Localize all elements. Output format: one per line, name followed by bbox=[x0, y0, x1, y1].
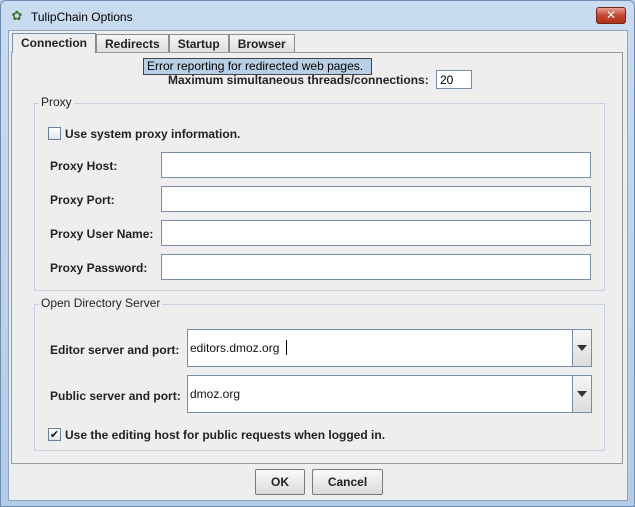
proxy-port-label: Proxy Port: bbox=[50, 193, 115, 207]
close-icon: ✕ bbox=[605, 8, 617, 22]
public-server-combobox[interactable]: dmoz.org bbox=[187, 375, 592, 413]
public-server-label: Public server and port: bbox=[50, 389, 181, 403]
cancel-button[interactable]: Cancel bbox=[312, 469, 383, 495]
open-directory-server-group: Open Directory Server Editor server and … bbox=[34, 296, 605, 451]
close-button[interactable]: ✕ bbox=[596, 7, 626, 24]
proxy-user-label: Proxy User Name: bbox=[50, 227, 154, 241]
options-window: ✿ TulipChain Options ✕ Connection Redire… bbox=[0, 0, 635, 507]
use-system-proxy-checkbox[interactable] bbox=[48, 127, 61, 140]
proxy-password-label: Proxy Password: bbox=[50, 261, 148, 275]
window-title: TulipChain Options bbox=[31, 10, 133, 24]
editor-server-dropdown-button[interactable] bbox=[572, 330, 591, 366]
tab-browser[interactable]: Browser bbox=[228, 34, 295, 53]
chevron-down-icon bbox=[577, 345, 587, 351]
tab-strip: Connection Redirects Startup Browser bbox=[12, 33, 295, 53]
editor-server-label: Editor server and port: bbox=[50, 343, 180, 357]
tab-startup[interactable]: Startup bbox=[168, 34, 229, 53]
connection-tab-panel: Error reporting for redirected web pages… bbox=[11, 52, 623, 464]
max-threads-label: Maximum simultaneous threads/connections… bbox=[168, 73, 429, 87]
proxy-user-input[interactable] bbox=[161, 220, 591, 246]
tooltip: Error reporting for redirected web pages… bbox=[143, 58, 372, 75]
use-system-proxy-label: Use system proxy information. bbox=[65, 127, 241, 141]
max-threads-input[interactable] bbox=[436, 70, 472, 89]
proxy-host-label: Proxy Host: bbox=[50, 159, 118, 173]
editing-host-label: Use the editing host for public requests… bbox=[65, 428, 386, 442]
ok-button[interactable]: OK bbox=[255, 469, 305, 495]
proxy-group: Proxy Use system proxy information. Prox… bbox=[34, 95, 605, 291]
public-server-dropdown-button[interactable] bbox=[572, 376, 591, 412]
text-caret bbox=[286, 340, 287, 355]
proxy-legend: Proxy bbox=[39, 95, 74, 109]
proxy-port-input[interactable] bbox=[161, 186, 591, 212]
proxy-password-input[interactable] bbox=[161, 254, 591, 280]
title-bar[interactable]: ✿ TulipChain Options ✕ bbox=[1, 1, 634, 31]
ods-legend: Open Directory Server bbox=[39, 296, 163, 310]
editing-host-checkbox[interactable]: ✔ bbox=[48, 428, 61, 441]
editor-server-value[interactable]: editors.dmoz.org bbox=[190, 341, 279, 355]
public-server-value[interactable]: dmoz.org bbox=[190, 387, 240, 401]
proxy-host-input[interactable] bbox=[161, 152, 591, 178]
tulip-app-icon: ✿ bbox=[11, 9, 23, 24]
editor-server-combobox[interactable]: editors.dmoz.org bbox=[187, 329, 592, 367]
chevron-down-icon bbox=[577, 391, 587, 397]
dialog-client-area: Connection Redirects Startup Browser Err… bbox=[8, 30, 628, 501]
check-icon: ✔ bbox=[49, 428, 60, 441]
tab-connection[interactable]: Connection bbox=[12, 33, 96, 53]
tab-redirects[interactable]: Redirects bbox=[96, 34, 169, 53]
